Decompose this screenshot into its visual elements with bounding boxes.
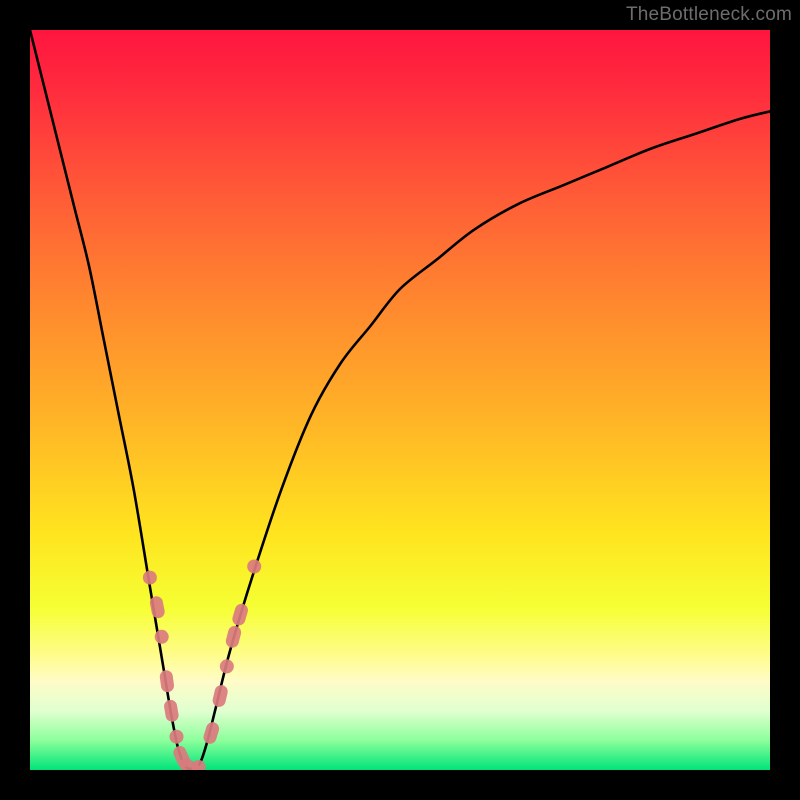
chart-svg — [30, 30, 770, 770]
highlight-pill — [231, 602, 250, 627]
plot-area — [30, 30, 770, 770]
highlight-dot — [143, 571, 157, 585]
highlight-dot — [247, 560, 261, 574]
highlight-dot — [170, 730, 184, 744]
watermark-label: TheBottleneck.com — [626, 4, 792, 26]
highlight-dot — [220, 659, 234, 673]
highlight-dot — [155, 630, 169, 644]
highlighted-points — [143, 560, 261, 771]
highlight-pill — [224, 625, 242, 650]
chart-frame: TheBottleneck.com — [0, 0, 800, 800]
highlight-dot — [192, 760, 206, 770]
highlight-pill — [211, 684, 229, 708]
bottleneck-curve — [30, 30, 770, 769]
highlight-pill — [149, 595, 166, 619]
highlight-pill — [163, 699, 180, 723]
highlight-pill — [159, 669, 175, 692]
highlight-pill — [202, 721, 221, 746]
